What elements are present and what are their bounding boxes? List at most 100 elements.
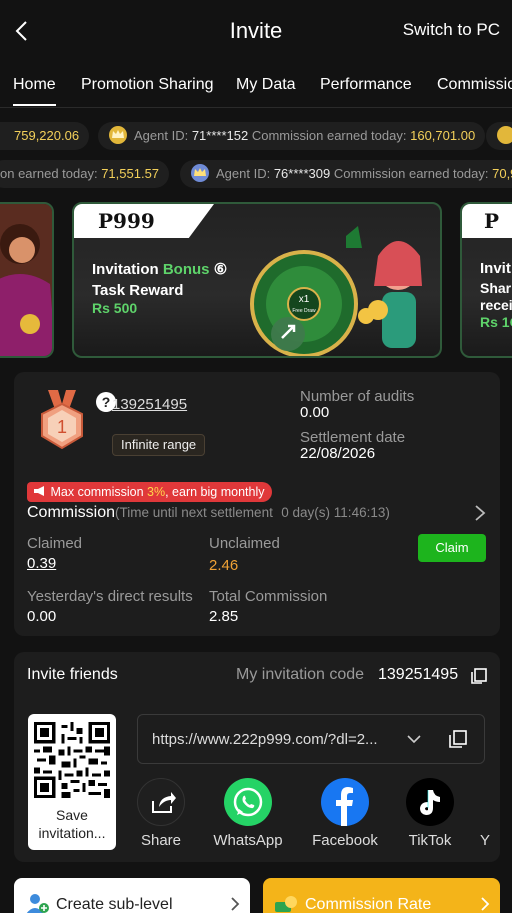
ticker-row-2: on earned today: 71,551.57 Agent ID: 76*…: [0, 160, 512, 190]
tiktok-icon: [406, 778, 454, 826]
whatsapp-label: WhatsApp: [213, 832, 283, 849]
ticker-commission-label: on earned today:: [0, 166, 98, 181]
save-qr-button[interactable]: Save invitation...: [28, 714, 116, 850]
banner-subtitle: Task Reward: [92, 282, 184, 299]
invitation-code-value: 139251495: [378, 666, 459, 683]
tab-home[interactable]: Home: [13, 76, 56, 106]
claimed-value[interactable]: 0.39: [27, 555, 56, 572]
share-button[interactable]: Share: [121, 778, 201, 849]
ticker-agent-id: 71****152: [191, 128, 249, 143]
carousel-dot[interactable]: [232, 357, 238, 358]
copy-icon[interactable]: [448, 729, 468, 749]
range-badge: Infinite range: [112, 434, 206, 456]
carousel-dot[interactable]: [200, 357, 206, 358]
more-share-button[interactable]: Y: [470, 778, 500, 849]
banner-logo-area: P999: [74, 204, 214, 238]
audits-label: Number of audits: [300, 388, 415, 405]
ticker-amount: 759,220.06: [14, 128, 80, 143]
invite-link-box[interactable]: https://www.222p999.com/?dl=2...: [137, 714, 485, 764]
ticker-item: on earned today: 71,551.57: [0, 160, 170, 188]
tab-performance[interactable]: Performance: [320, 76, 412, 94]
ticker-item: [486, 122, 512, 150]
p999-logo: P999: [98, 209, 155, 233]
commission-rate-label: Commission Rate: [305, 896, 432, 913]
claim-button[interactable]: Claim: [418, 534, 486, 562]
banner-headline: Invit: [480, 260, 511, 277]
lucky-wheel-illustration: x1 Free Draw: [250, 226, 422, 356]
ticker-amount: 70,9: [492, 166, 512, 181]
invite-card: Invite friends My invitation code 139251…: [14, 652, 500, 862]
total-commission-value: 2.85: [209, 608, 239, 625]
agent-id[interactable]: 139251495: [112, 396, 187, 413]
ticker-commission-label: Commission earned today:: [333, 166, 489, 181]
share-icon: [137, 778, 185, 826]
header: Invite Switch to PC: [0, 0, 512, 62]
tab-bar: Home Promotion Sharing My Data Performan…: [0, 62, 512, 108]
settlement-value: 22/08/2026: [300, 445, 376, 462]
tiktok-label: TikTok: [408, 832, 452, 849]
chevron-right-icon: [231, 897, 240, 911]
switch-to-pc-link[interactable]: Switch to PC: [403, 20, 500, 40]
p999-logo: P: [484, 209, 500, 233]
commission-rate-button[interactable]: Commission Rate: [263, 878, 500, 913]
ticker-commission-label: Commission earned today:: [251, 128, 407, 143]
chevron-right-icon[interactable]: [474, 504, 486, 522]
commission-title: Commission: [27, 504, 116, 521]
settlement-label: Settlement date: [300, 429, 406, 446]
audits-value: 0.00: [300, 404, 330, 421]
tab-my-data[interactable]: My Data: [236, 76, 296, 94]
ticker-item: 759,220.06: [0, 122, 90, 150]
save-invitation-label: Save invitation...: [38, 807, 106, 841]
copy-icon[interactable]: [470, 667, 488, 685]
facebook-button[interactable]: Facebook: [305, 778, 385, 849]
wheel-caption: Free Draw: [292, 308, 316, 314]
share-label: Share: [140, 832, 182, 849]
facebook-label: Facebook: [312, 832, 378, 849]
total-commission-label: Total Commission: [209, 588, 328, 605]
ticker-amount: 160,701.00: [410, 128, 476, 143]
add-user-icon: [26, 894, 49, 913]
whatsapp-button[interactable]: WhatsApp: [208, 778, 288, 849]
chevron-down-icon[interactable]: [406, 733, 422, 745]
ticker-agent-label: Agent ID:: [134, 128, 189, 143]
crown-icon: [191, 164, 209, 182]
ticker-agent-id: 76****309: [273, 166, 331, 181]
tab-commission[interactable]: Commission: [437, 76, 512, 94]
settlement-time-label: (Time until next settlement: [115, 505, 273, 520]
banner-headline: Invitation Bonus ⑥: [92, 260, 227, 278]
tab-promotion-sharing[interactable]: Promotion Sharing: [81, 76, 214, 94]
banner-amount: Rs 500: [92, 300, 138, 316]
carousel-dot[interactable]: [216, 357, 222, 358]
banner-headline-a: Invitation: [92, 261, 159, 278]
banner-invitation-bonus[interactable]: P999 Invitation Bonus ⑥ Task Reward Rs 5…: [72, 202, 442, 358]
create-sub-level-button[interactable]: Create sub-level: [14, 878, 250, 913]
carousel-dots: [200, 350, 264, 358]
banner-headline-c: ⑥: [213, 261, 228, 278]
banner-headline-b: Bonus: [162, 261, 210, 278]
whatsapp-icon: [224, 778, 272, 826]
qr-code: [34, 722, 110, 798]
rank-medal-icon: 1: [41, 390, 83, 450]
carousel-dot[interactable]: [248, 357, 254, 358]
commission-row[interactable]: Commission(Time until next settlement 0 …: [27, 504, 390, 522]
wheel-multiplier: x1: [299, 294, 310, 305]
unclaimed-label: Unclaimed: [209, 535, 280, 552]
claimed-label: Claimed: [27, 535, 83, 552]
crown-icon: [497, 126, 512, 144]
banner-previous[interactable]: [0, 202, 54, 358]
yesterday-value: 0.00: [27, 608, 57, 625]
coins-icon: [275, 896, 297, 912]
ticker-agent-label: Agent ID:: [216, 166, 271, 181]
max-commission-text: Max commission: [50, 485, 148, 499]
banner-amount: Rs 1C: [480, 314, 512, 330]
ticker-item: Agent ID: 71****152 Commission earned to…: [98, 122, 486, 150]
megaphone-icon: [34, 486, 44, 496]
ticker-amount: 71,551.57: [101, 166, 160, 181]
rank-number: 1: [57, 417, 67, 437]
max-commission-text-2: , earn big monthly: [165, 485, 265, 499]
settlement-countdown: 0 day(s) 11:46:13): [281, 505, 390, 520]
character-illustration: [0, 204, 52, 356]
tiktok-button[interactable]: TikTok: [390, 778, 470, 849]
max-commission-pct: 3%: [147, 485, 166, 499]
banner-next[interactable]: P Invit Shar recei Rs 1C: [460, 202, 512, 358]
